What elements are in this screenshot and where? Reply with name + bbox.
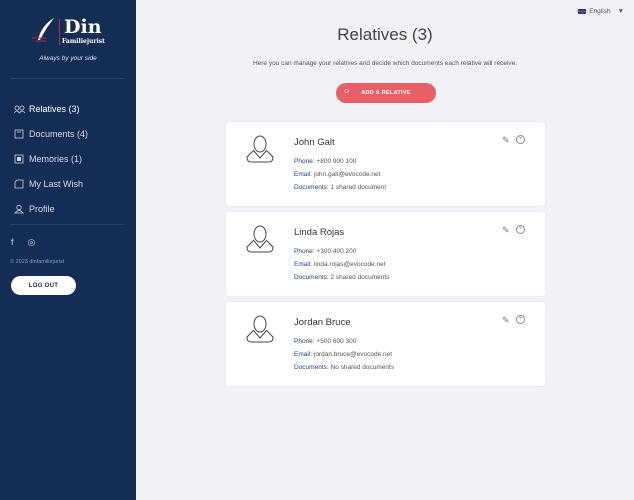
copyright: © 2023 dinfamiliejurist bbox=[10, 259, 65, 265]
field-value: +800 900 100 bbox=[316, 158, 357, 165]
documents-icon bbox=[14, 129, 24, 139]
memories-icon bbox=[14, 154, 24, 164]
relative-email: Email: jordan.bruce@evocode.net bbox=[294, 351, 392, 358]
logo-subname: Familiejurist bbox=[62, 38, 105, 45]
field-value: No shared documents bbox=[330, 364, 395, 371]
social-links: f ◎ bbox=[11, 237, 35, 248]
field-label: Phone: bbox=[294, 158, 315, 165]
facebook-icon[interactable]: f bbox=[11, 237, 14, 248]
sidebar: Din Familiejurist Always by your side Re… bbox=[0, 0, 136, 500]
sidebar-item-label: Memories (1) bbox=[29, 153, 83, 164]
field-value: jordan.bruce@evocode.net bbox=[313, 351, 393, 358]
sidebar-item-last-wish[interactable]: My Last Wish bbox=[14, 171, 88, 196]
relative-card: John Galt Phone: +800 900 100 Email: joh… bbox=[226, 122, 545, 206]
sidebar-item-label: My Last Wish bbox=[29, 178, 84, 189]
divider bbox=[10, 78, 124, 79]
relative-phone: Phone: +800 900 100 bbox=[294, 158, 356, 165]
field-label: Documents: bbox=[294, 364, 329, 371]
relative-name: Jordan Bruce bbox=[294, 317, 351, 328]
field-value: 1 shared document bbox=[330, 184, 387, 191]
sidebar-item-relatives[interactable]: Relatives (3) bbox=[13, 96, 88, 121]
relative-card: Jordan Bruce Phone: +500 600 300 Email: … bbox=[226, 302, 545, 386]
relative-email: Email: linda.rojas@evocode.net bbox=[294, 261, 386, 268]
user-icon: ☺ bbox=[343, 88, 351, 95]
sidebar-item-profile[interactable]: Profile bbox=[14, 196, 88, 221]
page-intro: Here you can manage your relatives and d… bbox=[252, 60, 518, 67]
field-value: +300 400 200 bbox=[316, 248, 357, 255]
delete-circle-x-icon[interactable]: × bbox=[516, 135, 525, 144]
logo-name: Din bbox=[64, 16, 102, 38]
instagram-icon[interactable]: ◎ bbox=[28, 237, 36, 248]
field-label: Email: bbox=[294, 261, 313, 268]
avatar-icon bbox=[246, 225, 274, 253]
add-relative-button[interactable]: ☺ ADD A RELATIVE bbox=[336, 83, 436, 103]
edit-pencil-icon[interactable]: ✎ bbox=[502, 315, 510, 326]
edit-pencil-icon[interactable]: ✎ bbox=[502, 135, 510, 146]
sidebar-item-label: Profile bbox=[29, 203, 55, 214]
field-label: Phone: bbox=[294, 248, 315, 255]
logout-button[interactable]: LOG OUT bbox=[11, 276, 76, 295]
field-label: Email: bbox=[294, 171, 313, 178]
sidebar-item-label: Documents (4) bbox=[29, 128, 89, 139]
relative-name: Linda Rojas bbox=[294, 227, 345, 238]
uk-flag-icon bbox=[578, 9, 587, 14]
sidebar-nav: Relatives (3) Documents (4) Memories (1)… bbox=[13, 96, 88, 221]
caret-down-icon: ▼ bbox=[617, 8, 624, 15]
delete-circle-x-icon[interactable]: × bbox=[516, 225, 525, 234]
relative-email: Email: john.galt@evocode.net bbox=[294, 171, 380, 178]
field-label: Documents: bbox=[294, 184, 329, 191]
sidebar-item-label: Relatives (3) bbox=[29, 103, 80, 114]
language-selector[interactable]: English ▼ bbox=[578, 8, 624, 15]
relative-card: Linda Rojas Phone: +300 400 200 Email: l… bbox=[226, 212, 545, 296]
field-value: john.galt@evocode.net bbox=[313, 171, 381, 178]
logo[interactable]: Din Familiejurist bbox=[30, 16, 110, 48]
profile-icon bbox=[14, 204, 24, 214]
field-value: +500 600 300 bbox=[316, 338, 357, 345]
field-label: Phone: bbox=[294, 338, 315, 345]
delete-circle-x-icon[interactable]: × bbox=[516, 315, 525, 324]
sidebar-item-memories[interactable]: Memories (1) bbox=[14, 146, 88, 171]
field-label: Documents: bbox=[294, 274, 329, 281]
field-value: 2 shared documents bbox=[330, 274, 390, 281]
relative-name: John Galt bbox=[294, 137, 335, 148]
tagline: Always by your side bbox=[39, 55, 97, 62]
field-label: Email: bbox=[294, 351, 313, 358]
add-relative-label: ADD A RELATIVE bbox=[361, 90, 411, 96]
last-wish-icon bbox=[14, 179, 24, 189]
quill-icon bbox=[32, 18, 54, 42]
relatives-icon bbox=[13, 104, 26, 114]
language-label: English bbox=[589, 8, 611, 15]
avatar-icon bbox=[246, 315, 274, 343]
relative-phone: Phone: +300 400 200 bbox=[294, 248, 356, 255]
relative-documents: Documents: No shared documents bbox=[294, 364, 394, 371]
sidebar-item-documents[interactable]: Documents (4) bbox=[14, 121, 88, 146]
avatar-icon bbox=[246, 135, 274, 163]
relative-documents: Documents: 2 shared documents bbox=[294, 274, 389, 281]
field-value: linda.rojas@evocode.net bbox=[313, 261, 386, 268]
relative-phone: Phone: +500 600 300 bbox=[294, 338, 356, 345]
edit-pencil-icon[interactable]: ✎ bbox=[502, 225, 510, 236]
page-title: Relatives (3) bbox=[337, 25, 433, 44]
relative-documents: Documents: 1 shared document bbox=[294, 184, 386, 191]
divider bbox=[10, 224, 124, 225]
